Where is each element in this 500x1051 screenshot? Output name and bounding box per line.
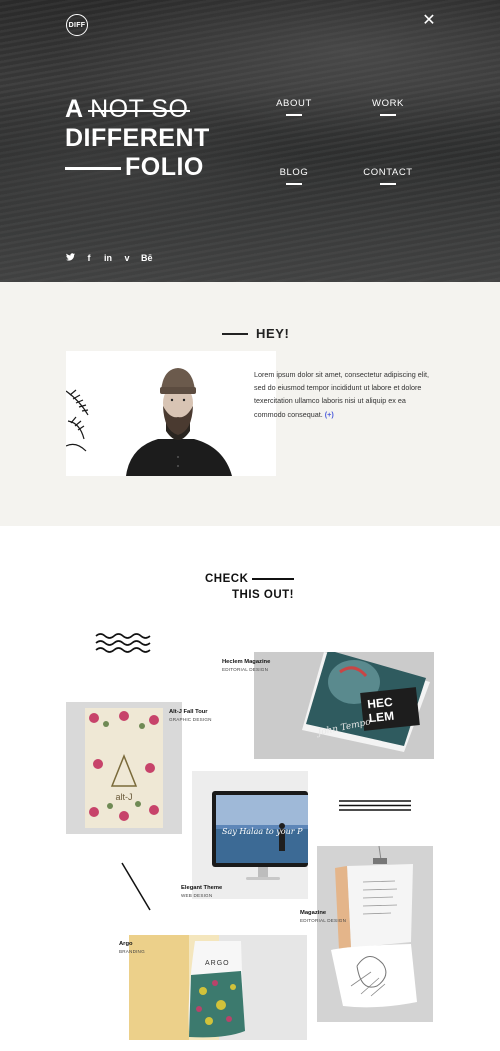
social-links: f in v Bē xyxy=(65,253,153,263)
heading-dash xyxy=(222,332,248,335)
heading-dash xyxy=(252,578,295,580)
facebook-icon[interactable]: f xyxy=(84,253,94,263)
altj-cover-text: alt-J xyxy=(115,792,132,802)
hero-headline: A NOT SO DIFFERENT FOLIO xyxy=(65,95,210,182)
project-title: Magazine xyxy=(300,910,327,916)
project-label-heclem[interactable]: Heclem Magazine EDITORIAL DESIGN xyxy=(222,659,270,673)
project-title: Heclem Magazine xyxy=(222,659,271,665)
project-card-magazine[interactable] xyxy=(317,846,433,1022)
elegant-theme-monitor-image: Say Halaa to your P xyxy=(192,771,308,899)
project-category: EDITORIAL DESIGN xyxy=(300,918,347,923)
works-heading: CHECK THIS OUT! xyxy=(205,571,295,603)
headline-word-different: DIFFERENT xyxy=(65,124,210,152)
project-category: BRANDING xyxy=(119,949,145,954)
portrait-illustration xyxy=(66,351,276,476)
argo-cover-text: ARGO xyxy=(205,960,230,967)
project-label-altj[interactable]: Alt-J Fall Tour GRAPHIC DESIGN xyxy=(169,709,212,723)
argo-mockup-image: ARGO xyxy=(129,935,307,1040)
nav-blog[interactable]: BLOG xyxy=(254,167,334,185)
headline-strikethrough-text: NOT SO xyxy=(88,95,191,123)
project-card-argo[interactable]: ARGO xyxy=(129,935,307,1040)
linkedin-icon[interactable]: in xyxy=(103,253,113,263)
about-section: HEY! Lorem ipsum dolor sit amet, consect… xyxy=(0,282,500,526)
headline-word-a: A xyxy=(65,95,83,123)
project-label-argo[interactable]: Argo BRANDING xyxy=(119,941,145,955)
wavy-lines-decoration xyxy=(95,633,151,653)
project-title: Argo xyxy=(119,941,133,947)
svg-text:LEM: LEM xyxy=(368,709,395,726)
triple-lines-decoration xyxy=(339,800,411,811)
nav-work[interactable]: WORK xyxy=(348,98,428,116)
theme-screen-text: Say Halaa to your P xyxy=(222,827,303,836)
works-heading-check: CHECK xyxy=(205,573,249,585)
nav-contact[interactable]: CONTACT xyxy=(348,167,428,185)
behance-icon[interactable]: Bē xyxy=(141,253,153,263)
project-card-altj[interactable]: alt-J xyxy=(66,702,182,834)
project-title: Alt-J Fall Tour xyxy=(169,709,208,715)
heclem-mockup-image: HEC LEM John Tempo xyxy=(254,652,434,759)
magazine-mockup-image xyxy=(317,846,433,1022)
project-category: EDITORIAL DESIGN xyxy=(222,667,269,672)
portrait-photo xyxy=(66,351,276,476)
headline-word-folio: FOLIO xyxy=(65,153,210,182)
project-title: Elegant Theme xyxy=(181,885,223,891)
project-label-magazine[interactable]: Magazine EDITORIAL DESIGN xyxy=(300,910,346,924)
project-category: WEB DESIGN xyxy=(181,893,213,898)
project-card-heclem[interactable]: HEC LEM John Tempo xyxy=(254,652,434,759)
about-body-text: Lorem ipsum dolor sit amet, consectetur … xyxy=(254,370,429,419)
hero-section: DIFF ✕ A NOT SO DIFFERENT FOLIO ABOUT WO… xyxy=(0,0,500,282)
about-heading-text: HEY! xyxy=(256,326,290,341)
vimeo-icon[interactable]: v xyxy=(122,253,132,263)
close-menu-button[interactable]: ✕ xyxy=(421,13,437,29)
read-more-link[interactable]: (+) xyxy=(325,410,334,419)
twitter-icon-glyph xyxy=(65,253,75,261)
nav-about[interactable]: ABOUT xyxy=(254,98,334,116)
diagonal-line-decoration xyxy=(121,862,151,911)
project-label-elegant-theme[interactable]: Elegant Theme WEB DESIGN xyxy=(181,885,222,899)
twitter-icon[interactable] xyxy=(65,253,75,263)
works-heading-this-out: THIS OUT! xyxy=(232,589,294,601)
about-heading: HEY! xyxy=(222,326,289,341)
project-card-elegant-theme[interactable]: Say Halaa to your P xyxy=(192,771,308,899)
logo[interactable]: DIFF xyxy=(66,14,88,36)
works-heading-line-1: CHECK xyxy=(205,571,295,587)
headline-line-1: A NOT SO xyxy=(65,95,210,124)
about-paragraph: Lorem ipsum dolor sit amet, consectetur … xyxy=(254,368,430,421)
project-category: GRAPHIC DESIGN xyxy=(169,717,212,722)
altj-poster-image: alt-J xyxy=(66,702,182,834)
